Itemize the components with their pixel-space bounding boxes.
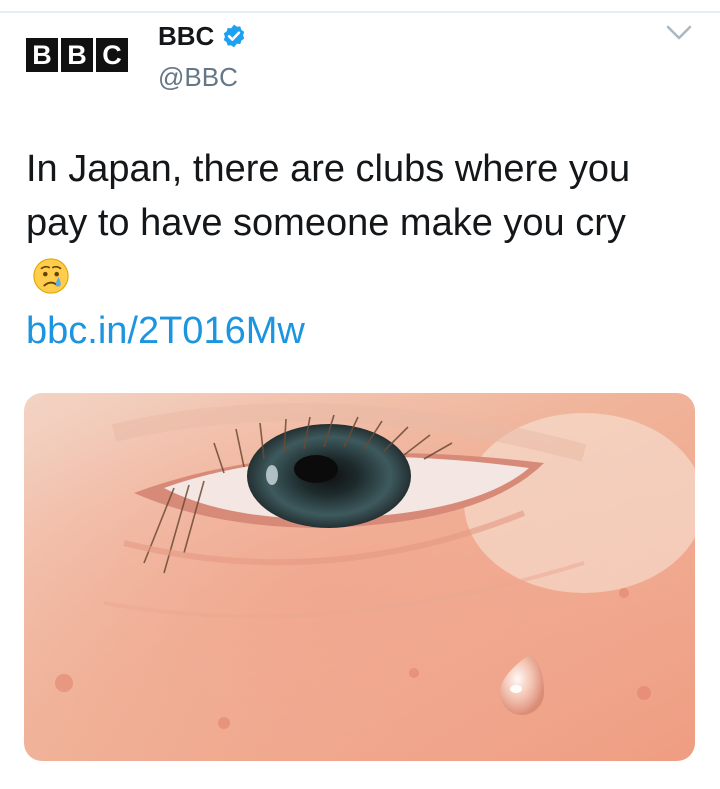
tweet-text: In Japan, there are clubs where you pay …: [26, 142, 676, 304]
chevron-down-icon[interactable]: [665, 24, 693, 42]
logo-letter: C: [96, 38, 128, 72]
tweet-body: In Japan, there are clubs where you pay …: [26, 148, 631, 244]
crying-eye-photo: [24, 393, 695, 761]
tweet-media-image[interactable]: [24, 393, 695, 761]
display-name[interactable]: BBC: [158, 21, 214, 52]
top-divider: [0, 11, 720, 13]
verified-badge-icon: [224, 24, 245, 48]
account-name-row[interactable]: BBC: [158, 20, 247, 52]
logo-letter: B: [61, 38, 93, 72]
logo-letter: B: [26, 38, 58, 72]
bbc-logo-avatar[interactable]: B B C: [26, 38, 128, 72]
tweet-link[interactable]: bbc.in/2T016Mw: [26, 304, 305, 358]
account-handle[interactable]: @BBC: [158, 62, 238, 93]
crying-face-icon: [33, 258, 69, 294]
